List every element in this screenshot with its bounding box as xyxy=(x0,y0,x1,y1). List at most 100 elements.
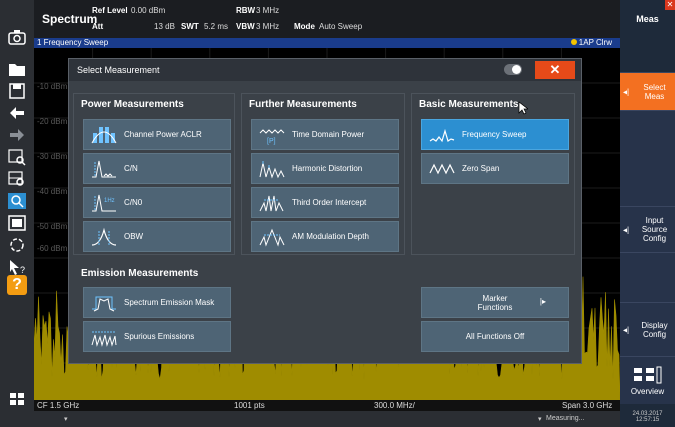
att-value[interactable]: 13 dB xyxy=(154,22,175,31)
save-icon[interactable] xyxy=(4,80,30,102)
obw-button[interactable]: OBW xyxy=(83,221,231,252)
sweep-title-bar: 1 Frequency Sweep 1AP Clrw xyxy=(34,38,620,48)
cn-icon xyxy=(92,160,116,177)
button-label: C/N xyxy=(124,164,138,173)
spurious-icon xyxy=(91,331,117,347)
windows-icon[interactable] xyxy=(4,388,30,410)
input-source-config-button[interactable]: ◂| Input Source Config xyxy=(620,206,675,252)
spectrum-emission-mask-button[interactable]: Spectrum Emission Mask xyxy=(83,287,231,318)
mode-label: Mode xyxy=(294,22,315,31)
status-chevron-icon: ▾ xyxy=(538,416,542,423)
toi-icon xyxy=(259,195,284,211)
chevron-left-icon: ◂| xyxy=(623,225,630,234)
display-config-button[interactable]: ◂| Display Config xyxy=(620,302,675,356)
zero-span-icon xyxy=(429,163,455,174)
harmonic-distortion-button[interactable]: Harmonic Distortion xyxy=(251,153,399,184)
channel-power-aclr-button[interactable]: Channel Power ACLR xyxy=(83,119,231,150)
button-label: Display Config xyxy=(641,320,668,339)
multi-zoom-icon[interactable] xyxy=(4,168,30,190)
softkey-title: Meas xyxy=(636,14,659,24)
vbw-value[interactable]: 3 MHz xyxy=(256,22,279,31)
dialog-close-button[interactable]: ✕ xyxy=(535,61,575,79)
chevron-left-icon: ◂| xyxy=(623,325,630,334)
ref-level-label: Ref Level xyxy=(92,6,128,15)
swt-value[interactable]: 5.2 ms xyxy=(204,22,228,31)
am-modulation-depth-button[interactable]: AM Modulation Depth xyxy=(251,221,399,252)
trace-dot-icon xyxy=(570,39,577,45)
vbw-label: VBW xyxy=(236,22,255,31)
time-domain-icon: [P] xyxy=(259,128,285,145)
status-bar: ▾ ▾ Measuring... xyxy=(34,411,620,427)
sem-icon xyxy=(92,296,116,311)
camera-icon[interactable] xyxy=(4,26,30,48)
button-label: All Functions Off xyxy=(465,332,525,341)
span-per-div: 300.0 MHz/ xyxy=(374,401,415,410)
cn-button[interactable]: C/N xyxy=(83,153,231,184)
basic-measurements-heading: Basic Measurements xyxy=(419,99,519,110)
att-label: Att xyxy=(92,22,104,31)
emission-measurements-heading: Emission Measurements xyxy=(81,268,199,279)
button-label: Third Order Intercept xyxy=(292,198,367,207)
harmonic-icon xyxy=(259,160,285,179)
button-label: AM Modulation Depth xyxy=(292,232,369,241)
button-label: Marker Functions xyxy=(477,293,513,312)
chevron-left-icon: ◂| xyxy=(623,87,630,96)
sweep-title: 1 Frequency Sweep xyxy=(37,38,109,47)
button-label: Harmonic Distortion xyxy=(292,164,363,173)
aclr-icon xyxy=(91,126,117,143)
center-frequency: CF 1.5 GHz xyxy=(37,401,80,410)
select-meas-button[interactable]: ◂| Select Meas xyxy=(620,72,675,110)
status-chevron-icon: ▾ xyxy=(64,416,68,423)
ref-level-value[interactable]: 0.00 dBm xyxy=(131,6,165,15)
obw-icon xyxy=(91,227,117,246)
empty-softkey xyxy=(620,110,675,206)
button-label: Spurious Emissions xyxy=(124,332,195,341)
overview-button[interactable]: Overview xyxy=(620,356,675,404)
all-functions-off-button[interactable]: All Functions Off xyxy=(421,321,569,352)
button-label: Time Domain Power xyxy=(292,130,365,139)
button-label: Zero Span xyxy=(462,164,500,173)
button-label: Input Source Config xyxy=(641,216,668,243)
mouse-cursor-icon xyxy=(518,101,528,115)
svg-text:[P]: [P] xyxy=(267,138,276,145)
cn0-icon: 1Hz xyxy=(92,194,116,211)
marker-functions-button[interactable]: Marker Functions |▸ xyxy=(421,287,569,318)
plot-footer: CF 1.5 GHz 1001 pts 300.0 MHz/ Span 3.0 … xyxy=(34,400,620,411)
empty-softkey xyxy=(620,252,675,302)
sync-icon[interactable] xyxy=(4,234,30,256)
undo-icon[interactable] xyxy=(4,102,30,124)
mode-value[interactable]: Auto Sweep xyxy=(319,22,362,31)
zoom-icon[interactable] xyxy=(4,146,30,168)
zero-span-button[interactable]: Zero Span xyxy=(421,153,569,184)
zoom-out-icon[interactable] xyxy=(4,190,30,212)
spurious-emissions-button[interactable]: Spurious Emissions xyxy=(83,321,231,352)
softkey-panel: ✕ Meas ◂| Select Meas ◂| Input Source Co… xyxy=(620,0,675,427)
window-icon[interactable] xyxy=(4,212,30,234)
dialog-title: Select Measurement xyxy=(77,65,160,75)
sweep-points: 1001 pts xyxy=(234,401,265,410)
button-label: Channel Power ACLR xyxy=(124,130,202,139)
frequency-sweep-icon xyxy=(429,128,455,142)
left-toolbar: ? ? xyxy=(0,0,34,427)
frequency-sweep-button[interactable]: Frequency Sweep xyxy=(421,119,569,150)
time-domain-power-button[interactable]: [P] Time Domain Power xyxy=(251,119,399,150)
rbw-value[interactable]: 3 MHz xyxy=(256,6,279,15)
redo-icon[interactable] xyxy=(4,124,30,146)
open-folder-icon[interactable] xyxy=(4,58,30,80)
transparency-toggle[interactable] xyxy=(504,64,522,75)
overview-icon xyxy=(633,366,661,383)
svg-text:1Hz: 1Hz xyxy=(104,198,115,204)
cn0-button[interactable]: 1Hz C/N0 xyxy=(83,187,231,218)
close-icon[interactable]: ✕ xyxy=(665,0,675,10)
dialog-title-bar: Select Measurement ✕ xyxy=(69,59,581,81)
svg-text:?: ? xyxy=(20,265,25,275)
button-label: Frequency Sweep xyxy=(462,130,527,139)
third-order-intercept-button[interactable]: Third Order Intercept xyxy=(251,187,399,218)
help-icon[interactable]: ? xyxy=(7,275,27,295)
button-label: OBW xyxy=(124,232,144,241)
button-label: Overview xyxy=(630,386,665,396)
date-time: 24.03.2017 12:57:15 xyxy=(620,411,675,423)
button-label: Select Meas xyxy=(643,82,666,101)
select-measurement-dialog: Select Measurement ✕ Power Measurements … xyxy=(68,58,582,364)
trace-tag: 1AP Clrw xyxy=(570,38,612,47)
